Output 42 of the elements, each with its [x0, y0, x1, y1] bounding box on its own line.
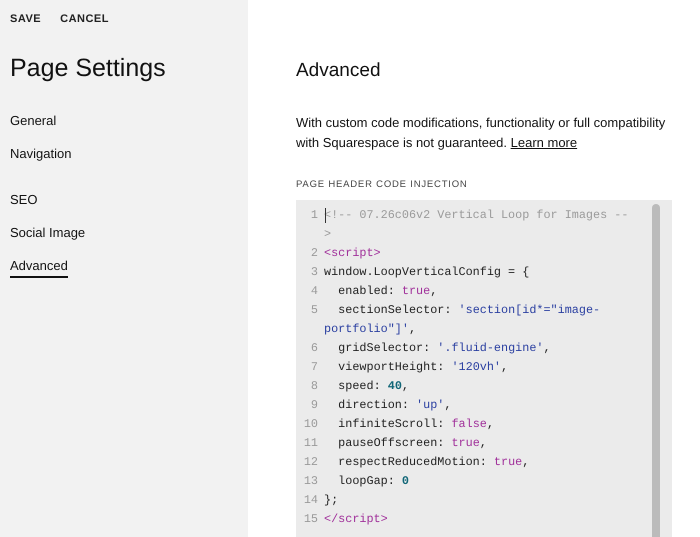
line-number: 7 — [310, 359, 319, 376]
line-number: 1 — [310, 207, 319, 224]
line-number: 8 — [310, 378, 319, 395]
section-heading: Advanced — [296, 60, 382, 82]
code-line: <script> — [324, 245, 382, 262]
line-number: 10 — [302, 416, 319, 433]
line-number: 14 — [302, 492, 319, 509]
code-editor[interactable] — [296, 200, 672, 537]
nav-link[interactable]: General — [10, 113, 56, 133]
code-line: respectReducedMotion: true, — [337, 454, 530, 471]
code-line: direction: 'up', — [337, 397, 452, 414]
nav-link[interactable]: Navigation — [10, 146, 72, 166]
line-number: 13 — [302, 473, 319, 490]
nav-link[interactable]: SEO — [10, 192, 38, 212]
nav-link[interactable]: Social Image — [10, 225, 86, 245]
code-line: pauseOffscreen: true, — [337, 435, 488, 452]
line-number: 6 — [310, 340, 319, 357]
description-text: With custom code modifications, functionality or full compatibility with Squarespace is not guaranteed. Learn more — [296, 114, 666, 152]
line-number: 12 — [302, 454, 319, 471]
code-line: infiniteScroll: false, — [337, 416, 495, 433]
nav-link[interactable]: Advanced — [10, 258, 68, 278]
field-label: PAGE HEADER CODE INJECTION — [296, 179, 469, 190]
line-number: 5 — [310, 302, 319, 319]
code-line: enabled: true, — [337, 283, 438, 300]
scrollbar-thumb[interactable] — [652, 204, 660, 537]
code-line: loopGap: 0 — [337, 473, 410, 490]
line-number: 9 — [310, 397, 319, 414]
line-number: 2 — [310, 245, 319, 262]
code-line: viewportHeight: '120vh', — [337, 359, 510, 376]
action-button[interactable]: SAVE — [10, 13, 42, 25]
code-line: gridSelector: '.fluid-engine', — [337, 340, 552, 357]
line-number: 15 — [302, 511, 319, 528]
code-line: </script> — [324, 511, 389, 528]
action-button[interactable]: CANCEL — [60, 13, 109, 25]
code-line: window.LoopVerticalConfig = { — [324, 264, 530, 281]
line-number: 4 — [310, 283, 319, 300]
line-number: 11 — [302, 435, 319, 452]
code-line: }; — [324, 492, 340, 509]
code-line: speed: 40, — [337, 378, 410, 395]
line-number: 3 — [310, 264, 319, 281]
panel-title: Page Settings — [10, 54, 167, 83]
learn-more-link[interactable]: Learn more — [510, 135, 578, 150]
